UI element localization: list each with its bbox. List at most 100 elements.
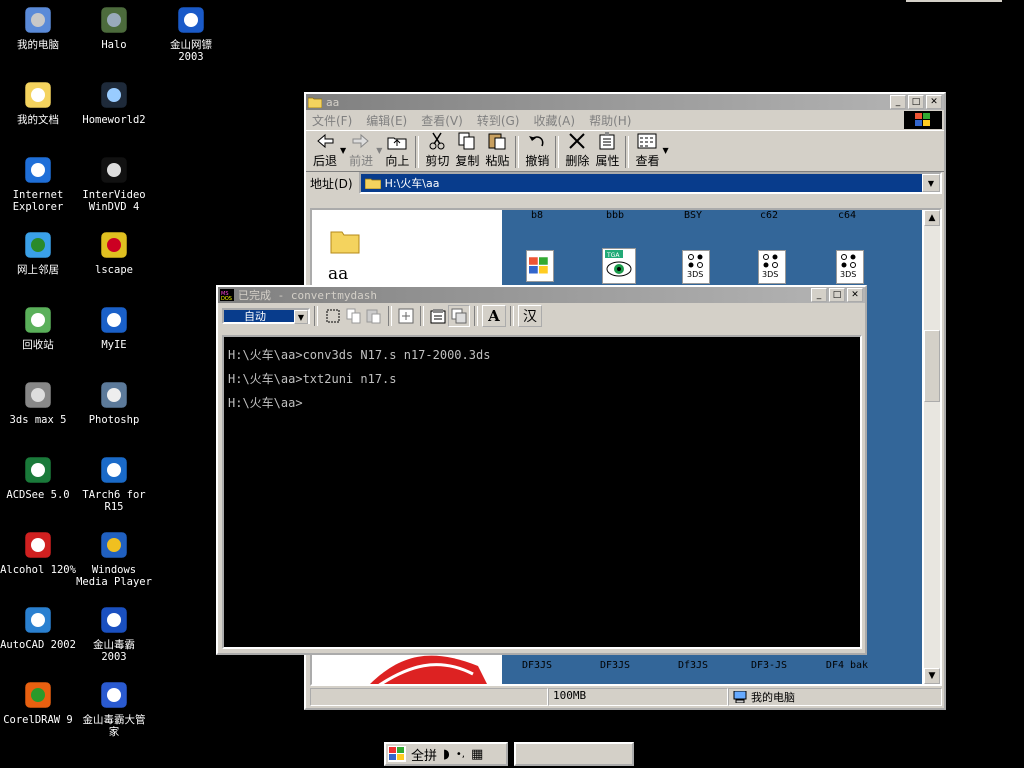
file-name[interactable]: c64 xyxy=(812,210,882,221)
properties-button[interactable]: 属性 xyxy=(595,132,619,171)
console-output[interactable]: H:\火车\aa>conv3ds N17.s n17-2000.3ds H:\火… xyxy=(222,335,862,649)
maximize-button[interactable]: □ xyxy=(908,95,924,109)
svg-text:3DS: 3DS xyxy=(762,270,778,279)
menu-edit[interactable]: 编辑(E) xyxy=(366,112,407,129)
bottom-file-names: DF3JS DF3JS Df3JS DF3-JS DF4 bak xyxy=(502,660,922,674)
file-item-tga[interactable]: TGA xyxy=(602,248,636,284)
console-titlebar[interactable]: MS DOS 已完成 - convertmydash _ □ ✕ xyxy=(218,287,865,303)
ime-mode[interactable]: 全拼 xyxy=(411,745,437,764)
desktop-icon[interactable]: Photoshp xyxy=(75,379,153,426)
up-button[interactable]: 向上 xyxy=(385,132,409,171)
paste-button[interactable] xyxy=(364,306,384,326)
punctuation-icon[interactable]: •, xyxy=(456,749,465,760)
desktop-icon-label: MyIE xyxy=(101,339,127,351)
desktop-icon[interactable]: Windows Media Player xyxy=(75,529,153,588)
desktop-icon[interactable]: 3ds max 5 xyxy=(0,379,77,426)
undo-button[interactable]: 撤销 xyxy=(525,132,549,171)
vertical-scrollbar[interactable]: ▲ ▼ xyxy=(924,210,940,684)
menu-help[interactable]: 帮助(H) xyxy=(589,112,631,129)
file-item-3ds[interactable]: 3DS xyxy=(682,250,710,284)
copy-button[interactable] xyxy=(344,306,364,326)
desktop-icon[interactable]: 我的文档 xyxy=(0,79,77,126)
status-location-label: 我的电脑 xyxy=(751,691,795,704)
toolbar-separator xyxy=(420,306,424,326)
address-dropdown-icon[interactable]: ▼ xyxy=(922,174,940,192)
desktop-icon[interactable]: 我的电脑 xyxy=(0,4,77,51)
alcohol-icon xyxy=(22,529,54,561)
desktop-icon[interactable]: 金山毒霸 2003 xyxy=(75,604,153,663)
desktop-icon[interactable]: TArch6 for R15 xyxy=(75,454,153,513)
desktop-icon[interactable]: Halo xyxy=(75,4,153,51)
file-name[interactable]: DF4 bak xyxy=(812,660,882,671)
file-name[interactable]: BSY xyxy=(658,210,728,221)
scroll-thumb[interactable] xyxy=(924,330,940,402)
desktop-icon[interactable]: MyIE xyxy=(75,304,153,351)
menu-file[interactable]: 文件(F) xyxy=(312,112,352,129)
fullscreen-button[interactable] xyxy=(396,306,416,326)
views-button[interactable]: 查看 xyxy=(635,132,659,171)
paste-button[interactable]: 粘贴 xyxy=(485,132,509,171)
menu-favorites[interactable]: 收藏(A) xyxy=(533,112,575,129)
desktop-icon[interactable]: AutoCAD 2002 xyxy=(0,604,77,651)
file-name[interactable]: c62 xyxy=(734,210,804,221)
toolbar-separator xyxy=(625,136,630,168)
close-button[interactable]: ✕ xyxy=(847,288,863,302)
half-width-icon[interactable]: ◗ xyxy=(443,747,450,762)
desktop-icon[interactable]: 金山网镖 2003 xyxy=(152,4,230,63)
file-item-3ds[interactable]: 3DS xyxy=(758,250,786,284)
desktop-icon-label: InterVideo WinDVD 4 xyxy=(82,189,146,213)
desktop-icon-label: 金山网镖 2003 xyxy=(170,39,212,63)
menu-goto[interactable]: 转到(G) xyxy=(477,112,520,129)
soft-keyboard-icon[interactable]: ▦ xyxy=(471,747,483,762)
my-documents-icon xyxy=(22,79,54,111)
font-size-dropdown-icon[interactable]: ▼ xyxy=(294,310,308,324)
maximize-button[interactable]: □ xyxy=(829,288,845,302)
mark-button[interactable] xyxy=(322,305,344,327)
file-name[interactable]: b8 xyxy=(502,210,572,221)
file-name[interactable]: DF3-JS xyxy=(734,660,804,671)
properties-icon xyxy=(599,132,615,150)
desktop-icon[interactable]: Homeworld2 xyxy=(75,79,153,126)
scroll-down-button[interactable]: ▼ xyxy=(924,668,940,684)
file-name[interactable]: DF3JS xyxy=(502,660,572,671)
minimize-button[interactable]: _ xyxy=(890,95,906,109)
desktop-icon[interactable]: CorelDRAW 9 xyxy=(0,679,77,726)
copy-icon xyxy=(458,132,475,150)
desktop-icon[interactable]: ACDSee 5.0 xyxy=(0,454,77,501)
file-name[interactable]: bbb xyxy=(580,210,650,221)
windows-file-icon xyxy=(529,257,548,274)
ime-logo-icon[interactable] xyxy=(388,746,406,762)
desktop-icon[interactable]: InterVideo WinDVD 4 xyxy=(75,154,153,213)
close-button[interactable]: ✕ xyxy=(926,95,942,109)
font-button[interactable]: A xyxy=(482,305,506,327)
properties-button[interactable] xyxy=(428,306,448,326)
ime-toggle-button[interactable]: 汉 xyxy=(518,305,542,327)
copy-button[interactable]: 复制 xyxy=(455,132,479,171)
file-name[interactable]: Df3JS xyxy=(658,660,728,671)
minimize-button[interactable]: _ xyxy=(811,288,827,302)
address-input[interactable]: H:\火车\aa ▼ xyxy=(358,172,942,194)
desktop-icon[interactable]: Alcohol 120% xyxy=(0,529,77,576)
desktop-icon[interactable]: Internet Explorer xyxy=(0,154,77,213)
desktop-icon[interactable]: lscape xyxy=(75,229,153,276)
address-bar: 地址(D) H:\火车\aa ▼ xyxy=(306,172,944,194)
back-button[interactable]: 后退 xyxy=(313,132,337,171)
explorer-titlebar[interactable]: aa _ □ ✕ xyxy=(306,94,944,110)
desktop-icon[interactable]: 回收站 xyxy=(0,304,77,351)
scroll-up-button[interactable]: ▲ xyxy=(924,210,940,226)
background-button[interactable] xyxy=(448,305,470,327)
forward-button[interactable]: 前进 xyxy=(349,132,373,171)
properties-label: 属性 xyxy=(595,154,620,168)
delete-button[interactable]: 删除 xyxy=(565,132,589,171)
desktop-icon[interactable]: 网上邻居 xyxy=(0,229,77,276)
menu-view[interactable]: 查看(V) xyxy=(421,112,463,129)
desktop-icon[interactable]: 金山毒霸大管 家 xyxy=(75,679,153,738)
3dsmax-icon xyxy=(22,379,54,411)
console-window[interactable]: MS DOS 已完成 - convertmydash _ □ ✕ 自动 ▼ A … xyxy=(216,285,867,655)
3ds-file-icon: 3DS xyxy=(840,254,856,279)
file-name[interactable]: DF3JS xyxy=(580,660,650,671)
file-item-3ds[interactable]: 3DS xyxy=(836,250,864,284)
cut-button[interactable]: 剪切 xyxy=(425,132,449,171)
file-item-exe[interactable] xyxy=(526,250,554,282)
font-size-select[interactable]: 自动 ▼ xyxy=(222,308,310,324)
